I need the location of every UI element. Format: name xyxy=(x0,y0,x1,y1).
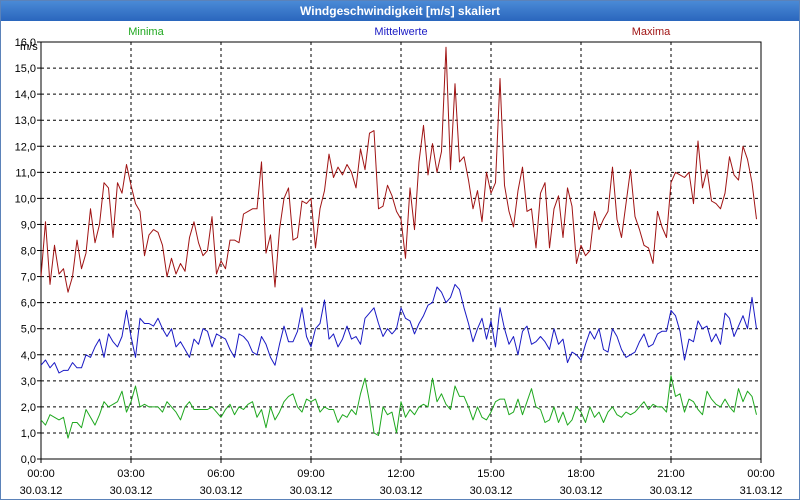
x-tick-label-date: 30.03.12 xyxy=(290,485,333,497)
series-lines xyxy=(40,46,757,439)
x-tick-label-date: 30.03.12 xyxy=(200,485,243,497)
x-tick-label-time: 18:00 xyxy=(567,468,595,480)
x-tick-label-time: 00:00 xyxy=(27,468,55,480)
y-tick-label: 15,0 xyxy=(15,63,36,75)
title-bar: Windgeschwindigkeit [m/s] skaliert xyxy=(1,1,799,21)
x-tick-label-time: 15:00 xyxy=(477,468,505,480)
y-tick-label: 8,0 xyxy=(21,246,36,258)
y-tick-label: 3,0 xyxy=(21,376,36,388)
legend-item-mittelwerte: Mittelwerte xyxy=(374,26,427,38)
x-tick-label-date: 30.03.12 xyxy=(110,485,153,497)
y-tick-label: 2,0 xyxy=(21,402,36,414)
legend-item-maxima: Maxima xyxy=(632,26,671,38)
axes: 0,0 1,0 2,0 3,0 4,0 5,0 6,0 7,0 8,0 9,0 10,0 11,0 12… xyxy=(15,37,783,497)
grid xyxy=(41,41,761,459)
y-tick-label: 13,0 xyxy=(15,115,36,127)
x-tick-label-time: 00:00 xyxy=(747,468,775,480)
y-tick-label: 7,0 xyxy=(21,272,36,284)
y-tick-label: 9,0 xyxy=(21,219,36,231)
x-tick-label-date: 30.03.12 xyxy=(380,485,423,497)
window-title: Windgeschwindigkeit [m/s] skaliert xyxy=(300,4,500,18)
x-tick-label-date: 30.03.12 xyxy=(20,485,63,497)
legend-item-minima: Minima xyxy=(128,26,164,38)
y-tick-label: 1,0 xyxy=(21,428,36,440)
x-tick-label-date: 31.03.12 xyxy=(740,485,783,497)
y-tick-label: 10,0 xyxy=(15,193,36,205)
x-tick-label-time: 03:00 xyxy=(117,468,145,480)
y-tick-label: 5,0 xyxy=(21,324,36,336)
y-tick-label: 14,0 xyxy=(15,89,36,101)
y-tick-label: 12,0 xyxy=(15,141,36,153)
y-axis-unit-label: m/s xyxy=(20,41,38,53)
y-tick-label: 4,0 xyxy=(21,350,36,362)
y-tick-label: 11,0 xyxy=(15,167,36,179)
y-tick-label: 6,0 xyxy=(21,298,36,310)
x-tick-label-time: 21:00 xyxy=(657,468,685,480)
x-tick-label-time: 06:00 xyxy=(207,468,235,480)
legend: Minima Mittelwerte Maxima xyxy=(128,26,671,38)
series-line-maxima xyxy=(40,46,757,293)
wind-speed-chart: 0,0 1,0 2,0 3,0 4,0 5,0 6,0 7,0 8,0 9,0 10,0 11,0 12… xyxy=(15,26,783,497)
x-tick-label-time: 12:00 xyxy=(387,468,415,480)
x-tick-label-time: 09:00 xyxy=(297,468,325,480)
x-tick-label-date: 30.03.12 xyxy=(560,485,603,497)
y-tick-label: 0,0 xyxy=(21,454,36,466)
x-tick-label-date: 30.03.12 xyxy=(470,485,513,497)
x-tick-label-date: 30.03.12 xyxy=(650,485,693,497)
